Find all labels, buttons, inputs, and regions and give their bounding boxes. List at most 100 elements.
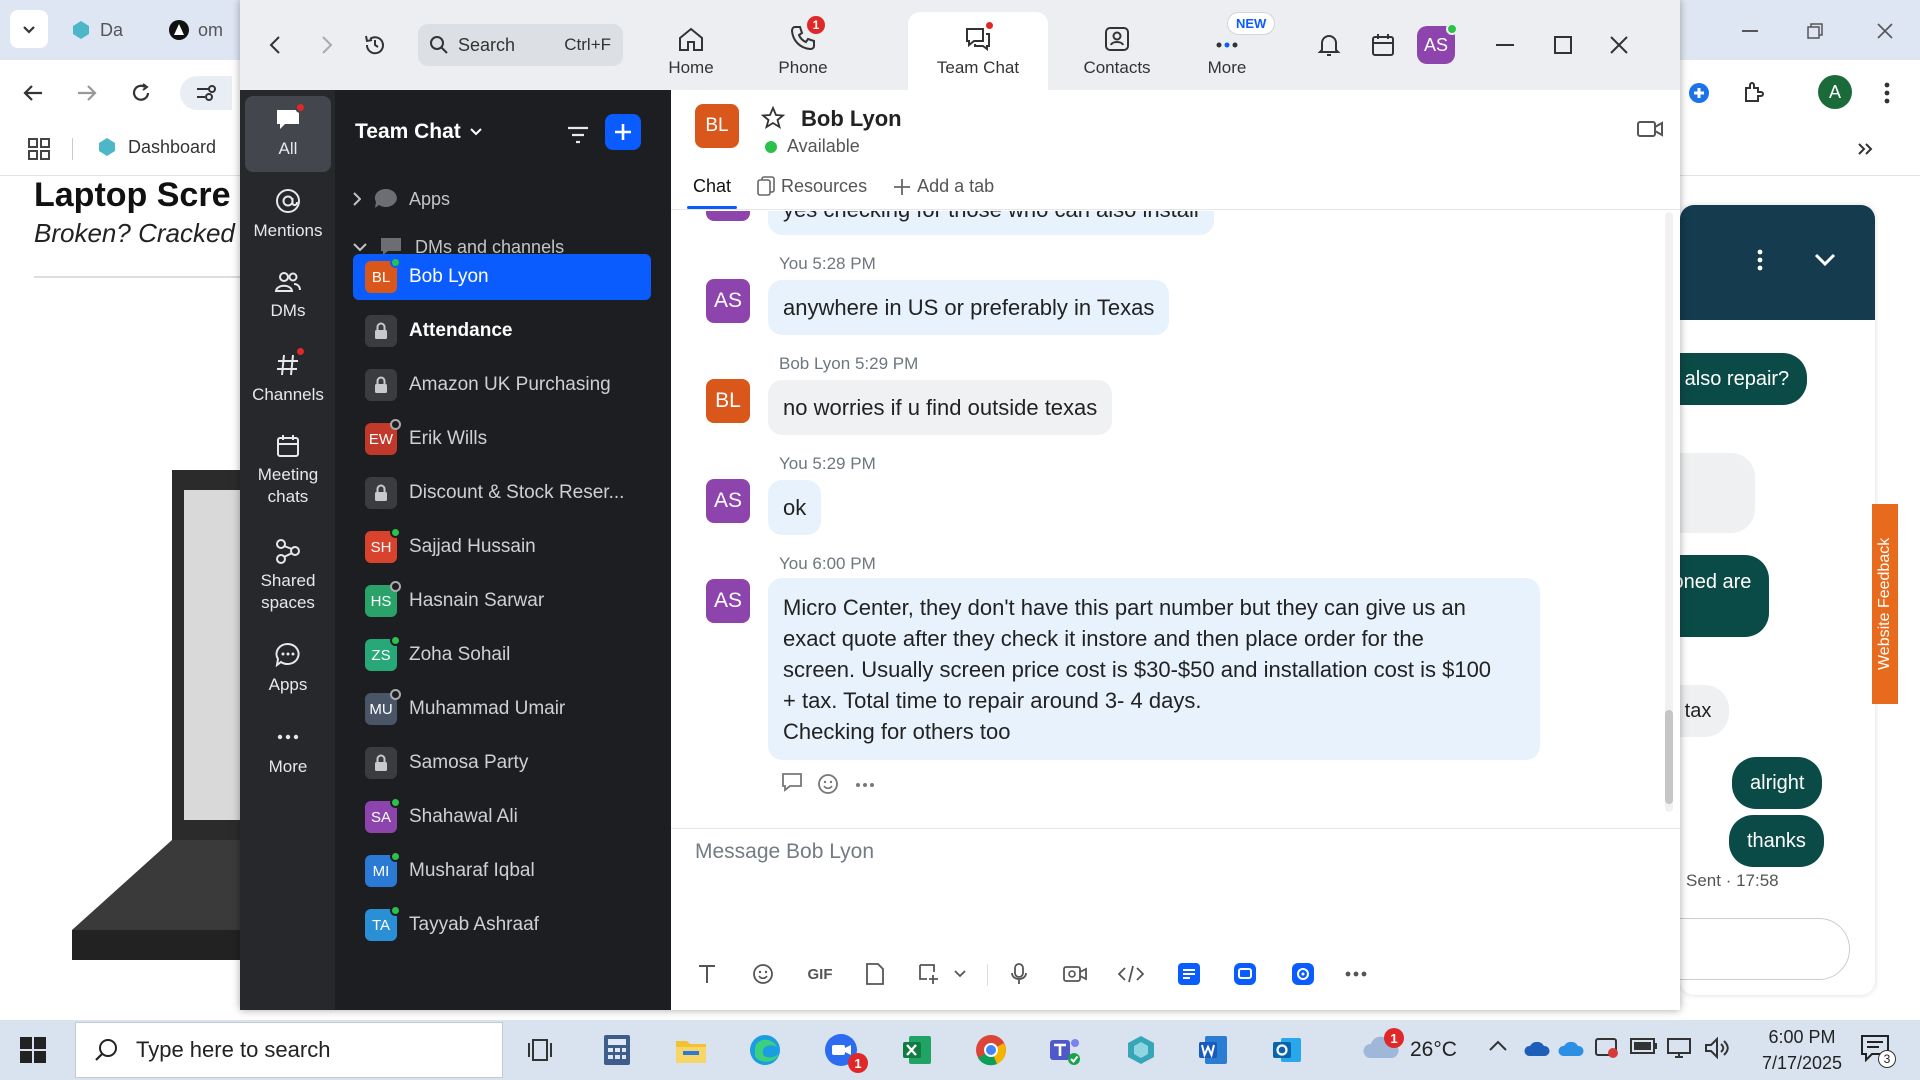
edge-browser-icon[interactable] — [742, 1027, 788, 1073]
contact-avatar[interactable]: BL — [695, 104, 739, 148]
microphone-icon[interactable] — [1005, 960, 1033, 988]
channel-item[interactable]: MI Musharaf Iqbal — [353, 848, 651, 894]
channel-list-title[interactable]: Team Chat — [355, 120, 483, 144]
maximize-icon[interactable] — [1548, 30, 1578, 60]
excel-icon[interactable] — [894, 1027, 940, 1073]
message-more-icon[interactable] — [855, 772, 881, 798]
tab-phone[interactable]: 1 Phone — [748, 12, 858, 90]
task-view-icon[interactable] — [518, 1027, 564, 1073]
channel-item[interactable]: Amazon UK Purchasing — [353, 362, 651, 408]
forward-icon[interactable] — [72, 78, 102, 108]
restore-icon[interactable] — [1800, 16, 1830, 46]
tab-home[interactable]: Home — [636, 12, 746, 90]
channel-item[interactable]: ZS Zoha Sohail — [353, 632, 651, 678]
channel-item[interactable]: EW Erik Wills — [353, 416, 651, 462]
reply-icon[interactable] — [781, 772, 807, 798]
search-input[interactable]: Search Ctrl+F — [418, 24, 623, 66]
video-call-icon[interactable] — [1635, 114, 1665, 144]
outlook-icon[interactable] — [1264, 1027, 1310, 1073]
site-info-icon[interactable] — [180, 76, 232, 110]
channel-item[interactable]: TA Tayyab Ashraaf — [353, 902, 651, 948]
rail-item-dms[interactable]: DMs — [245, 270, 331, 322]
calculator-icon[interactable] — [594, 1027, 640, 1073]
chrome-icon[interactable] — [968, 1027, 1014, 1073]
channel-item[interactable]: HS Hasnain Sarwar — [353, 578, 651, 624]
rail-item-all[interactable]: All — [245, 96, 331, 172]
section-apps[interactable]: Apps — [353, 188, 450, 210]
widget-message-input[interactable] — [1680, 918, 1850, 980]
screen-capture-tray-icon[interactable] — [1594, 1036, 1620, 1062]
contact-name[interactable]: Bob Lyon — [801, 106, 902, 132]
docs-app-icon[interactable] — [1175, 960, 1203, 988]
message-bubble[interactable]: ok — [768, 480, 822, 535]
browser-tab[interactable]: Da — [70, 10, 123, 50]
extensions-puzzle-icon[interactable] — [1738, 78, 1768, 108]
channel-item[interactable]: SH Sajjad Hussain — [353, 524, 651, 570]
star-icon[interactable] — [761, 106, 785, 130]
feedback-tab[interactable]: Website Feedback — [1872, 504, 1898, 704]
more-tools-icon[interactable] — [1341, 960, 1371, 988]
rail-item-meeting-chats[interactable]: Meeting chats — [245, 434, 331, 508]
user-avatar[interactable]: AS — [1417, 23, 1458, 64]
close-icon[interactable] — [1604, 30, 1634, 60]
menu-kebab-icon[interactable] — [1872, 78, 1902, 108]
minimize-icon[interactable] — [1490, 30, 1520, 60]
rail-item-apps[interactable]: Apps — [245, 642, 331, 696]
show-hidden-icons-chevron-icon[interactable] — [1488, 1040, 1512, 1060]
channel-item[interactable]: Samosa Party — [353, 740, 651, 786]
battery-icon[interactable] — [1630, 1038, 1658, 1060]
back-icon[interactable] — [260, 30, 290, 60]
back-icon[interactable] — [18, 78, 48, 108]
browser-tab[interactable]: om — [168, 10, 223, 50]
channel-item[interactable]: Attendance — [353, 308, 651, 354]
scrollbar-thumb[interactable] — [1665, 710, 1673, 804]
chevron-down-icon[interactable] — [951, 960, 969, 988]
zoom-app-icon[interactable]: 1 — [818, 1027, 868, 1073]
tab-add[interactable]: Add a tab — [893, 176, 994, 207]
more-bookmarks-icon[interactable] — [1850, 134, 1880, 164]
notifications-bell-icon[interactable] — [1314, 30, 1344, 60]
emoji-icon[interactable] — [749, 960, 777, 988]
onedrive-personal-icon[interactable] — [1558, 1038, 1584, 1062]
video-message-icon[interactable] — [1061, 960, 1089, 988]
filter-icon[interactable] — [563, 120, 593, 150]
gif-icon[interactable]: GIF — [803, 960, 837, 988]
volume-icon[interactable] — [1704, 1036, 1732, 1062]
channel-item[interactable]: BL Bob Lyon — [353, 254, 651, 300]
rail-item-more[interactable]: More — [245, 724, 331, 778]
channel-item[interactable]: MU Muhammad Umair — [353, 686, 651, 732]
emoji-react-icon[interactable] — [817, 772, 843, 798]
minimize-icon[interactable] — [1735, 16, 1765, 46]
message-bubble[interactable]: Micro Center, they don't have this part … — [768, 578, 1540, 760]
message-bubble[interactable]: anywhere in US or preferably in Texas — [768, 280, 1170, 335]
tab-more[interactable]: NEW More — [1172, 12, 1282, 90]
app-hexagon-icon[interactable] — [1118, 1027, 1164, 1073]
screenshot-icon[interactable] — [915, 960, 943, 988]
tab-resources[interactable]: Resources — [757, 176, 867, 207]
tab-chat[interactable]: Chat — [687, 176, 738, 209]
attach-file-icon[interactable] — [861, 960, 889, 988]
file-explorer-icon[interactable] — [668, 1027, 714, 1073]
apps-grid-icon[interactable] — [24, 134, 54, 164]
notification-center-icon[interactable]: 3 — [1860, 1034, 1896, 1068]
onedrive-icon[interactable] — [1524, 1038, 1550, 1062]
network-icon[interactable] — [1666, 1036, 1694, 1062]
tab-team-chat[interactable]: Team Chat — [908, 12, 1048, 90]
tab-contacts[interactable]: Contacts — [1062, 12, 1172, 90]
widget-collapse-icon[interactable] — [1810, 245, 1840, 275]
new-chat-button[interactable] — [605, 114, 641, 150]
message-bubble[interactable]: no worries if u find outside texas — [768, 380, 1113, 435]
weather-icon[interactable]: 1 — [1362, 1028, 1404, 1068]
close-icon[interactable] — [1870, 16, 1900, 46]
whiteboard-app-icon[interactable] — [1231, 960, 1259, 988]
rail-item-channels[interactable]: Channels — [245, 346, 331, 406]
bookmark-dashboard[interactable]: Dashboard — [96, 136, 216, 158]
text-format-icon[interactable] — [693, 960, 721, 988]
code-snippet-icon[interactable] — [1117, 960, 1145, 988]
windows-start-icon[interactable] — [20, 1037, 46, 1063]
message-input[interactable]: Message Bob Lyon — [695, 840, 874, 864]
clips-app-icon[interactable] — [1289, 960, 1317, 988]
profile-avatar[interactable]: A — [1818, 75, 1852, 109]
rail-item-shared-spaces[interactable]: Shared spaces — [245, 538, 331, 614]
teams-icon[interactable] — [1042, 1027, 1088, 1073]
